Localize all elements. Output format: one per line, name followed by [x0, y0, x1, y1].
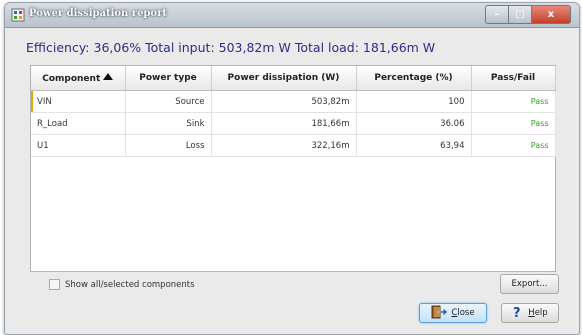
close-button[interactable]: Close: [419, 303, 487, 323]
maximize-button[interactable]: □: [508, 5, 531, 24]
close-window-button[interactable]: x: [531, 5, 571, 24]
help-question-icon: ?: [512, 305, 528, 322]
table-row[interactable]: R_Load Sink 181,66m 36.06 Pass: [31, 112, 556, 135]
column-header-label: Component: [42, 73, 101, 84]
show-all-label: Show all/selected components: [65, 279, 195, 290]
power-table: Component Power type Power dissipation (…: [30, 65, 556, 272]
app-icon: [11, 8, 25, 22]
power-dissipation-report-window: Power dissipation report – □ x Efficienc…: [4, 2, 580, 335]
column-header-power-dissipation[interactable]: Power dissipation (W): [211, 66, 357, 91]
export-button-label: Export...: [511, 279, 548, 289]
cell-power-dissipation: 181,66m: [211, 112, 357, 135]
title-bar[interactable]: Power dissipation report – □ x: [5, 3, 579, 28]
window-title: Power dissipation report: [29, 8, 167, 19]
cell-percentage: 36.06: [356, 112, 472, 135]
cell-percentage: 63,94: [356, 134, 472, 157]
cell-component: VIN: [31, 90, 126, 113]
show-all-option[interactable]: Show all/selected components: [49, 279, 195, 290]
column-header-label: Power dissipation (W): [227, 73, 340, 83]
close-icon: x: [547, 9, 555, 20]
help-button[interactable]: ? Help: [501, 303, 559, 323]
column-header-power-type[interactable]: Power type: [125, 66, 212, 91]
close-button-label: Close: [451, 308, 474, 318]
cell-power-dissipation: 322,16m: [211, 134, 357, 157]
maximize-icon: □: [515, 9, 525, 20]
svg-text:?: ?: [513, 306, 521, 319]
column-header-label: Percentage (%): [374, 73, 453, 83]
show-all-checkbox[interactable]: [49, 279, 60, 290]
cell-power-type: Source: [125, 90, 212, 113]
column-header-pass-fail[interactable]: Pass/Fail: [471, 66, 556, 91]
efficiency-summary: Efficiency: 36,06% Total input: 503,82m …: [26, 40, 436, 55]
help-button-label: Help: [528, 308, 547, 318]
cell-component: R_Load: [31, 112, 126, 135]
cell-power-dissipation: 503,82m: [211, 90, 357, 113]
cell-pass-fail: Pass: [471, 134, 556, 157]
column-header-label: Pass/Fail: [490, 73, 536, 83]
cell-power-type: Loss: [125, 134, 212, 157]
minimize-button[interactable]: –: [485, 5, 508, 24]
sort-ascending-icon: [103, 72, 114, 80]
column-header-label: Power type: [139, 73, 197, 83]
cell-power-type: Sink: [125, 112, 212, 135]
export-button[interactable]: Export...: [500, 274, 559, 294]
help-label-rest: elp: [534, 308, 548, 318]
table-row[interactable]: U1 Loss 322,16m 63,94 Pass: [31, 134, 556, 157]
table-row[interactable]: VIN Source 503,82m 100 Pass: [31, 90, 556, 113]
cell-percentage: 100: [356, 90, 472, 113]
cell-pass-fail: Pass: [471, 112, 556, 135]
column-header-percentage[interactable]: Percentage (%): [356, 66, 472, 91]
table-header-row: Component Power type Power dissipation (…: [31, 66, 556, 91]
minimize-icon: –: [494, 9, 500, 20]
close-door-icon: [431, 305, 451, 322]
column-header-component[interactable]: Component: [31, 66, 126, 91]
cell-component: U1: [31, 134, 126, 157]
cell-pass-fail: Pass: [471, 90, 556, 113]
close-label-rest: lose: [457, 308, 475, 318]
window-controls: – □ x: [485, 5, 571, 24]
